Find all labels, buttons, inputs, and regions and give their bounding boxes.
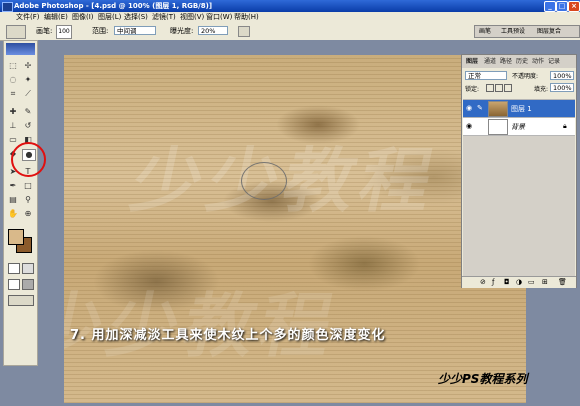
tab-history[interactable]: 历史 (516, 57, 528, 66)
toolbox-header-icon (6, 43, 35, 55)
link-layers-icon[interactable]: ⊘ (480, 277, 486, 288)
lock-pixels-icon[interactable] (495, 84, 503, 92)
brush-tool-icon[interactable]: ✎ (22, 107, 34, 117)
menu-select[interactable]: 选择(S) (124, 12, 148, 22)
clone-stamp-tool-icon[interactable]: ⊥ (7, 121, 19, 131)
toolbox: ⬚ ✢ ◌ ✦ ⌗ ⟋ ✚ ✎ ⊥ ↺ ▭ ◧ ◆ ● ➤ T ✒ □ ▤ ⚲ … (3, 40, 38, 366)
layer-style-icon[interactable]: ƒ (492, 277, 494, 288)
dodge-tool-preset-icon[interactable] (6, 25, 26, 39)
visibility-eye-icon[interactable]: ◉ (466, 104, 472, 112)
tab-brushes[interactable]: 画笔 (479, 26, 491, 37)
shape-tool-icon[interactable]: □ (22, 181, 34, 191)
lock-label: 锁定: (465, 86, 480, 93)
move-tool-icon[interactable]: ✢ (22, 61, 34, 71)
crop-tool-icon[interactable]: ⌗ (7, 89, 19, 99)
menu-edit[interactable]: 编辑(E) (44, 12, 68, 22)
menu-layer[interactable]: 图层(L) (98, 12, 121, 22)
maximize-button[interactable]: □ (556, 1, 568, 12)
tool-highlight-circle (11, 142, 46, 177)
visibility-eye-icon[interactable]: ◉ (466, 122, 472, 130)
range-select[interactable]: 中间调 (114, 26, 156, 35)
lock-position-icon[interactable] (504, 84, 512, 92)
eraser-tool-icon[interactable]: ▭ (7, 135, 19, 145)
instruction-caption: 7. 用加深减淡工具来使木纹上个多的颜色深度变化 (70, 328, 386, 343)
menu-file[interactable]: 文件(F) (16, 12, 40, 22)
layer-row-1[interactable]: ◉ ✎ 图层 1 (463, 99, 575, 117)
layers-panel-footer: ⊘ ƒ ◘ ◑ ▭ ⊞ 🗑︎ (462, 276, 576, 288)
foreground-color-swatch[interactable] (8, 229, 24, 245)
exposure-label: 曝光度: (170, 27, 194, 35)
range-label: 范围: (92, 27, 109, 35)
window-title: Adobe Photoshop - [4.psd @ 100% (图层 1, R… (14, 2, 213, 10)
tab-actions[interactable]: 动作 (532, 57, 544, 66)
title-bar: Adobe Photoshop - [4.psd @ 100% (图层 1, R… (0, 0, 580, 12)
zoom-tool-icon[interactable]: ⊕ (22, 209, 34, 219)
quick-mask-icon[interactable] (22, 263, 34, 274)
minimize-button[interactable]: _ (544, 1, 556, 12)
opacity-input[interactable]: 100% (550, 71, 574, 80)
series-caption: 少少PS教程系列 (438, 372, 528, 386)
blend-mode-select[interactable]: 正常 (465, 71, 507, 80)
opacity-label: 不透明度: (512, 73, 539, 80)
healing-brush-tool-icon[interactable]: ✚ (7, 107, 19, 117)
layer-row-background[interactable]: ◉ 背景 🔒︎ (463, 117, 575, 135)
delete-layer-icon[interactable]: 🗑︎ (558, 277, 567, 288)
lock-transparency-icon[interactable] (486, 84, 494, 92)
menu-filter[interactable]: 滤镜(T) (152, 12, 176, 22)
layer-name: 图层 1 (511, 105, 532, 113)
lasso-tool-icon[interactable]: ◌ (7, 75, 19, 85)
photoshop-app-icon (2, 2, 13, 12)
close-button[interactable]: × (568, 1, 580, 12)
fill-label: 填充: (534, 86, 549, 93)
slice-tool-icon[interactable]: ⟋ (22, 89, 34, 99)
brush-size-picker[interactable]: 100 (56, 25, 72, 39)
menu-image[interactable]: 图像(I) (72, 12, 94, 22)
palette-well: 画笔 工具预设 图层复合 (474, 25, 580, 38)
airbrush-icon[interactable] (238, 26, 250, 37)
layer-mask-icon[interactable]: ◘ (504, 277, 510, 288)
tab-tool-presets[interactable]: 工具预设 (501, 26, 525, 37)
screen-mode-full-icon[interactable] (22, 279, 34, 290)
marquee-tool-icon[interactable]: ⬚ (7, 61, 19, 71)
tab-layers[interactable]: 图层 (466, 57, 478, 66)
tab-channels[interactable]: 通道 (484, 57, 496, 66)
brush-label: 画笔: (36, 27, 53, 35)
notes-tool-icon[interactable]: ▤ (7, 195, 19, 205)
menu-window[interactable]: 窗口(W) (206, 12, 232, 22)
jump-to-imageready-icon[interactable] (8, 295, 34, 306)
layer-thumbnail (488, 119, 508, 135)
menu-help[interactable]: 帮助(H) (234, 12, 259, 22)
fill-input[interactable]: 100% (550, 83, 574, 92)
layer-name: 背景 (511, 123, 525, 131)
hand-tool-icon[interactable]: ✋ (7, 209, 19, 219)
new-layer-icon[interactable]: ⊞ (542, 277, 548, 288)
eyedropper-tool-icon[interactable]: ⚲ (22, 195, 34, 205)
brush-cursor (241, 162, 287, 200)
exposure-input[interactable]: 20% (198, 26, 228, 35)
watermark-bottom: 少少教程 (64, 285, 346, 367)
document-canvas[interactable]: 少少教程 少少教程 (64, 55, 526, 403)
menu-view[interactable]: 视图(V) (180, 12, 204, 22)
brush-link-icon: ✎ (477, 104, 483, 112)
layer-thumbnail (488, 101, 508, 117)
tab-layer-comps[interactable]: 图层复合 (537, 26, 561, 37)
options-bar: 画笔: 100 范围: 中间调 曝光度: 20% 画笔 工具预设 图层复合 (0, 22, 580, 41)
adjustment-layer-icon[interactable]: ◑ (516, 277, 522, 288)
magic-wand-tool-icon[interactable]: ✦ (22, 75, 34, 85)
history-brush-tool-icon[interactable]: ↺ (22, 121, 34, 131)
menu-bar: 文件(F) 编辑(E) 图像(I) 图层(L) 选择(S) 滤镜(T) 视图(V… (0, 12, 580, 22)
tab-records[interactable]: 记录 (548, 57, 560, 66)
screen-mode-standard-icon[interactable] (8, 279, 20, 290)
standard-mode-icon[interactable] (8, 263, 20, 274)
tab-paths[interactable]: 路径 (500, 57, 512, 66)
pen-tool-icon[interactable]: ✒ (7, 181, 19, 191)
layers-list-empty (463, 135, 575, 276)
lock-icon: 🔒︎ (563, 122, 567, 130)
new-group-icon[interactable]: ▭ (528, 277, 535, 288)
layers-panel: 图层 通道 路径 历史 动作 记录 正常 不透明度: 100% 锁定: 填充: … (461, 54, 577, 288)
